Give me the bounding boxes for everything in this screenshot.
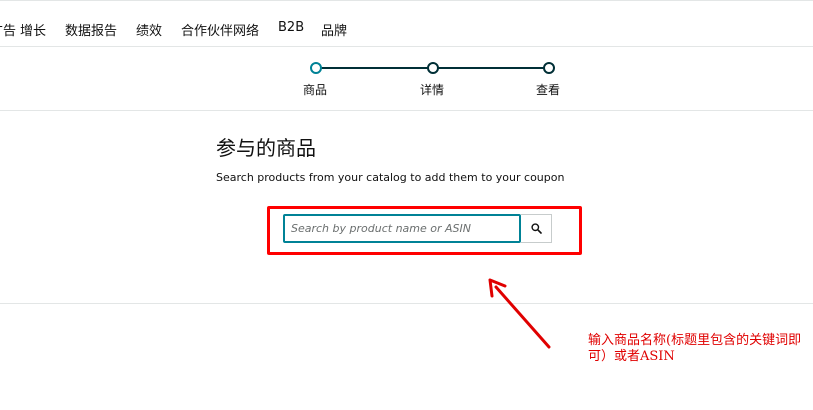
page-title: 参与的商品 — [216, 136, 316, 160]
step-label-review: 查看 — [535, 83, 560, 97]
step-label-products: 商品 — [302, 83, 327, 97]
highlight-box — [267, 206, 582, 255]
section-divider — [0, 303, 813, 304]
step-label-details: 详情 — [419, 83, 444, 97]
step-dot-details — [427, 62, 439, 74]
page-subtitle: Search products from your catalog to add… — [216, 171, 565, 184]
nav-item-b2b[interactable]: B2B — [278, 20, 304, 35]
nav-item-reports[interactable]: 数据报告 — [65, 20, 117, 39]
nav-item-growth[interactable]: 增长 — [20, 20, 46, 39]
progress-stepper: 商品 详情 查看 — [0, 47, 813, 111]
nav-item-advertising[interactable]: 广告 — [0, 20, 16, 39]
nav-item-brands[interactable]: 品牌 — [321, 20, 347, 39]
step-dot-review — [543, 62, 555, 74]
annotation-note: 输入商品名称(标题里包含的关键词即可）或者ASIN — [588, 333, 802, 364]
top-navigation: 广告 增长 数据报告 绩效 合作伙伴网络 B2B 品牌 — [0, 0, 813, 47]
nav-item-partner-network[interactable]: 合作伙伴网络 — [181, 20, 259, 39]
nav-item-performance[interactable]: 绩效 — [136, 20, 162, 39]
step-dot-products — [310, 62, 322, 74]
